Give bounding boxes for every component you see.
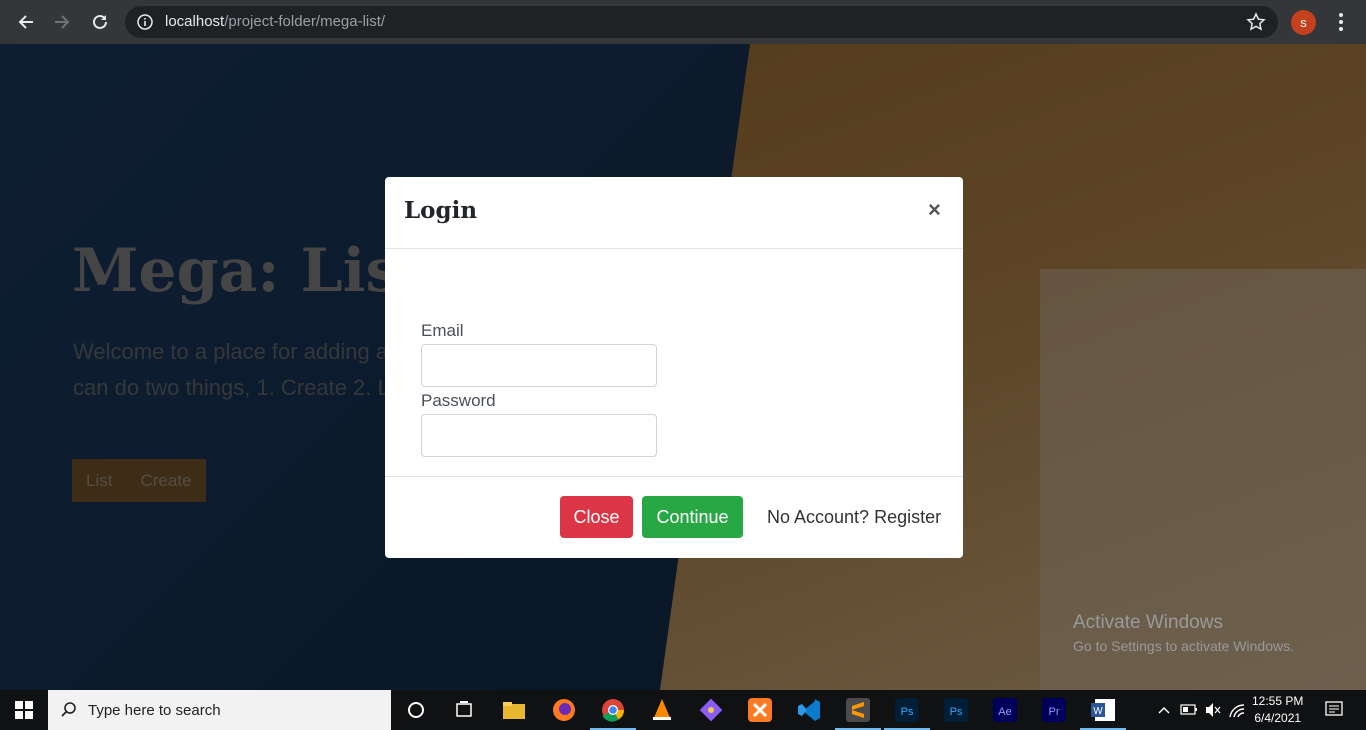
- start-button[interactable]: [0, 690, 48, 730]
- register-link[interactable]: No Account? Register: [767, 507, 941, 528]
- url-path: /project-folder/mega-list/: [224, 13, 386, 30]
- git-icon[interactable]: [697, 696, 725, 724]
- continue-button[interactable]: Continue: [642, 496, 743, 538]
- back-button[interactable]: [12, 8, 40, 36]
- modal-header: Login ×: [385, 177, 963, 249]
- file-explorer-icon[interactable]: [500, 696, 528, 724]
- activate-windows-watermark: Activate Windows Go to Settings to activ…: [1073, 612, 1294, 654]
- vscode-icon[interactable]: [795, 696, 823, 724]
- chrome-icon[interactable]: [599, 696, 627, 724]
- clock-time: 12:55 PM: [1252, 694, 1304, 708]
- svg-text:W: W: [1093, 706, 1103, 717]
- after-effects-icon[interactable]: Ae: [991, 696, 1019, 724]
- wifi-icon[interactable]: [1228, 690, 1246, 730]
- reload-button[interactable]: [86, 8, 114, 36]
- password-field[interactable]: [421, 414, 657, 457]
- search-placeholder: Type here to search: [88, 702, 221, 719]
- profile-avatar[interactable]: s: [1291, 10, 1316, 35]
- vlc-icon[interactable]: [648, 696, 676, 724]
- info-icon[interactable]: [137, 14, 153, 30]
- chevron-up-icon[interactable]: [1156, 690, 1172, 730]
- svg-text:Ps: Ps: [950, 706, 963, 718]
- address-bar[interactable]: localhost/project-folder/mega-list/: [125, 6, 1278, 38]
- word-icon[interactable]: W: [1089, 696, 1117, 724]
- close-icon[interactable]: ×: [928, 197, 941, 223]
- password-label: Password: [421, 391, 496, 410]
- modal-footer: Close Continue No Account? Register: [385, 476, 963, 558]
- taskbar-clock[interactable]: 12:55 PM 6/4/2021: [1252, 693, 1303, 727]
- photoshop-icon[interactable]: Ps: [893, 696, 921, 724]
- bookmark-star-icon[interactable]: [1246, 12, 1266, 32]
- taskbar-search[interactable]: Type here to search: [48, 690, 391, 730]
- clock-date: 6/4/2021: [1254, 711, 1302, 725]
- browser-toolbar: localhost/project-folder/mega-list/ s: [0, 0, 1366, 44]
- close-button[interactable]: Close: [560, 496, 633, 538]
- svg-text:Ae: Ae: [998, 706, 1011, 718]
- watermark-title: Activate Windows: [1073, 612, 1223, 633]
- url-text: localhost/project-folder/mega-list/: [165, 13, 385, 30]
- cortana-icon[interactable]: [402, 696, 430, 724]
- more-menu-icon[interactable]: [1330, 10, 1352, 34]
- task-view-icon[interactable]: [450, 696, 478, 724]
- notifications-icon[interactable]: [1324, 690, 1344, 730]
- login-modal: Login × Email Password Close Continue No…: [385, 177, 963, 558]
- photoshop-icon[interactable]: Ps: [942, 696, 970, 724]
- svg-text:Pr: Pr: [1049, 706, 1060, 718]
- email-label: Email: [421, 321, 464, 340]
- url-host: localhost: [165, 13, 225, 30]
- battery-icon[interactable]: [1180, 690, 1198, 730]
- forward-arrow-icon: [55, 15, 70, 29]
- sublime-icon[interactable]: [844, 696, 872, 724]
- page-content: Mega: Lis Welcome to a place for adding …: [0, 44, 1366, 690]
- modal-title: Login: [404, 197, 478, 224]
- reload-icon: [93, 14, 107, 29]
- svg-text:Ps: Ps: [901, 706, 914, 718]
- xampp-icon[interactable]: [746, 696, 774, 724]
- premiere-icon[interactable]: Pr: [1040, 696, 1068, 724]
- search-icon: [61, 702, 76, 717]
- firefox-icon[interactable]: [550, 696, 578, 724]
- email-field[interactable]: [421, 344, 657, 387]
- volume-muted-icon[interactable]: [1204, 690, 1222, 730]
- watermark-subtitle: Go to Settings to activate Windows.: [1073, 638, 1294, 654]
- forward-button[interactable]: [48, 8, 76, 36]
- back-arrow-icon: [18, 15, 33, 29]
- windows-taskbar: Type here to search Ps Ps Ae Pr W 12:55 …: [0, 690, 1366, 730]
- windows-logo-icon: [15, 701, 33, 719]
